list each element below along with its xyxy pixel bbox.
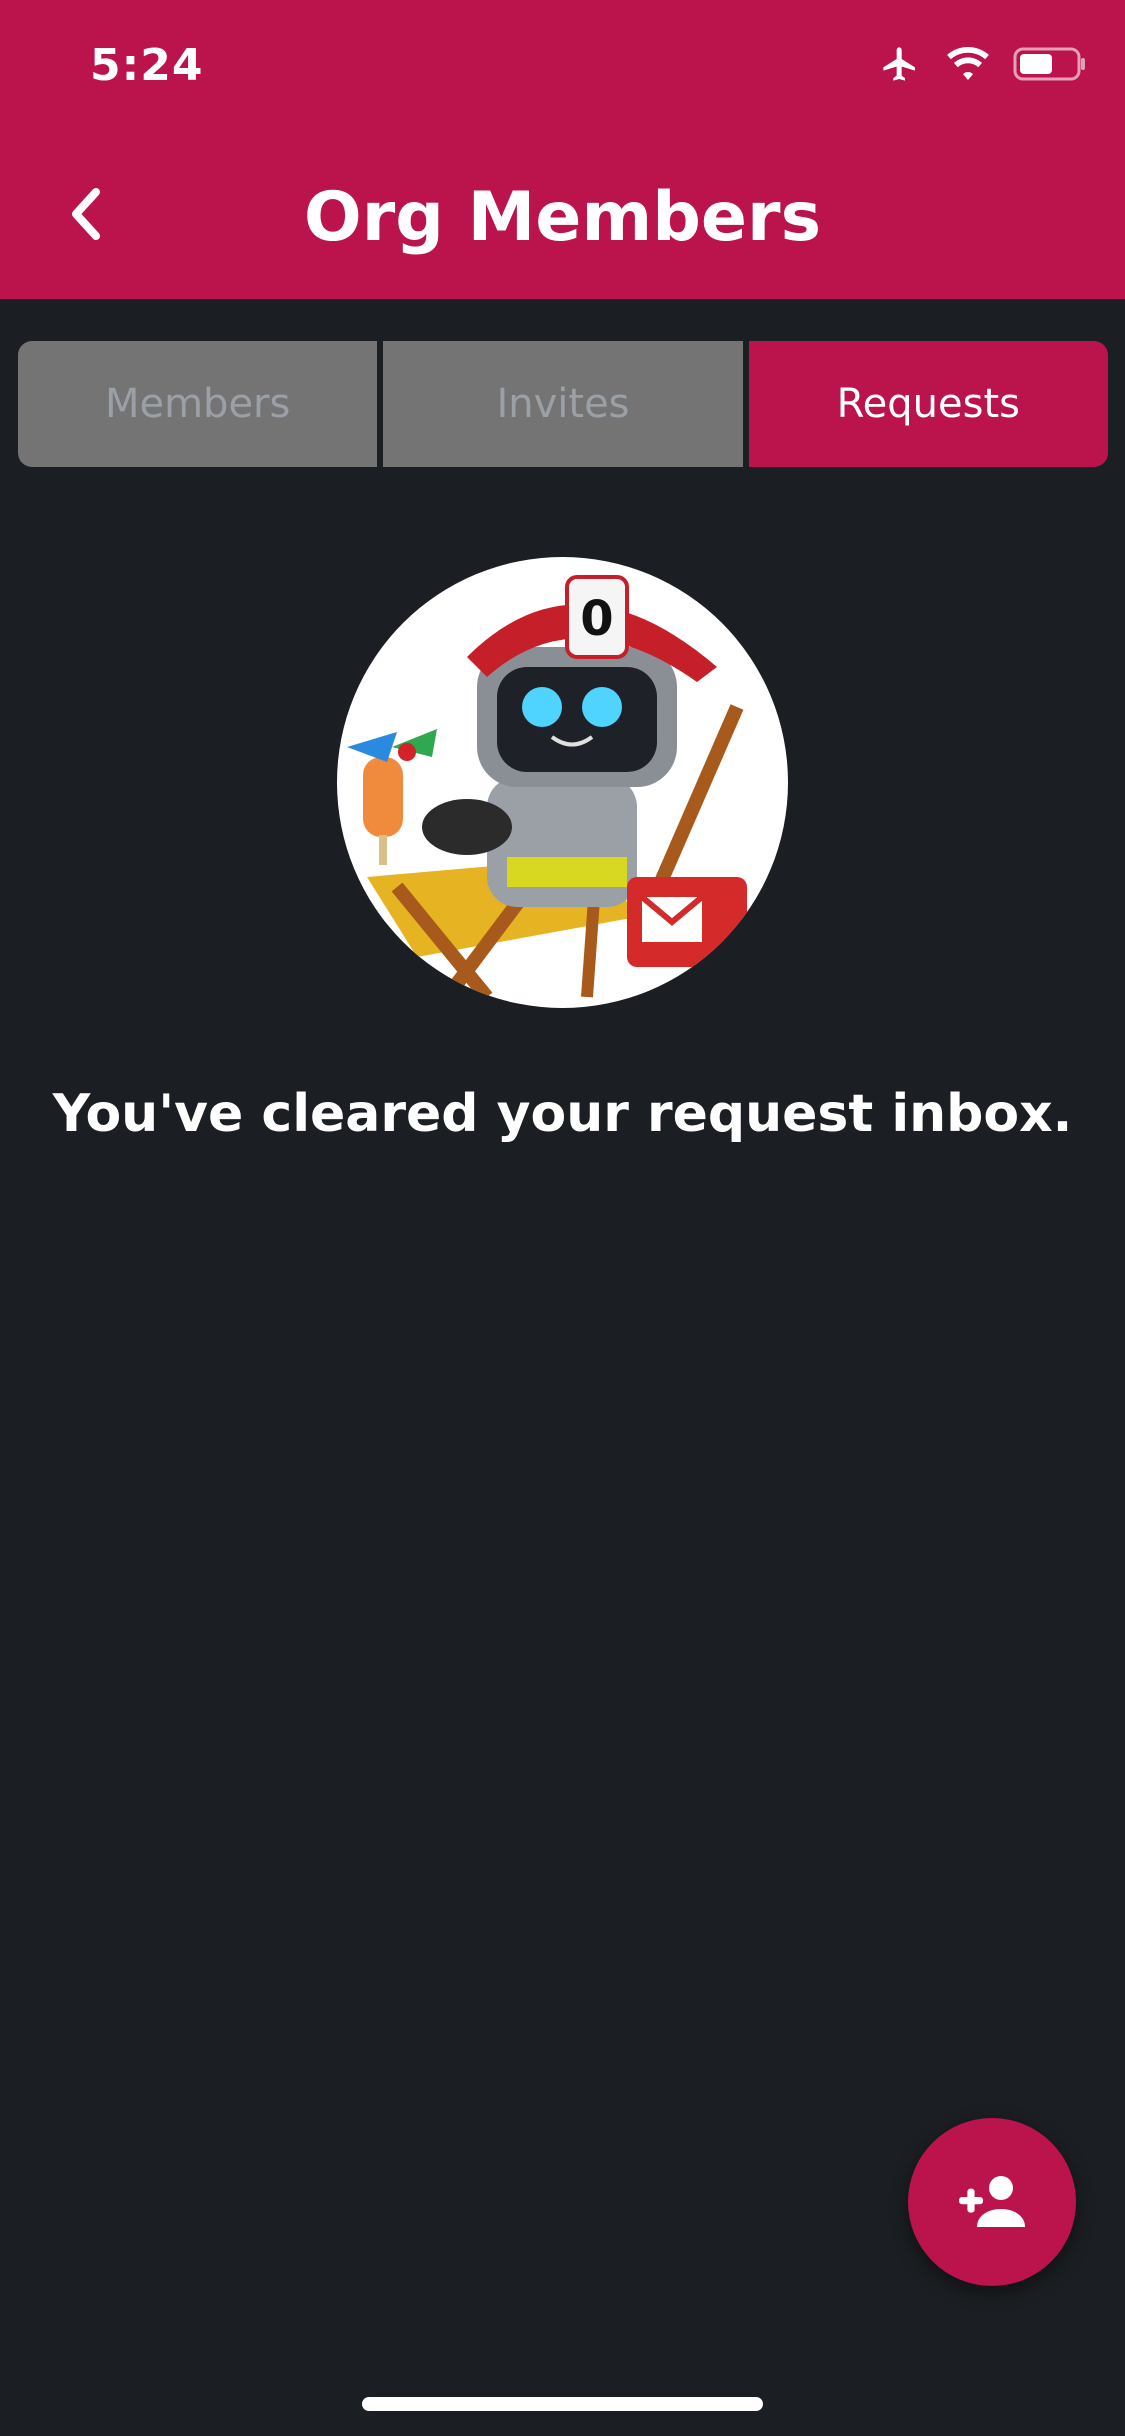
home-indicator (362, 2397, 763, 2411)
page-title: Org Members (303, 178, 822, 257)
status-icons (877, 44, 1087, 89)
add-member-button[interactable] (908, 2118, 1076, 2286)
segmented-tabs: Members Invites Requests (18, 341, 1108, 467)
svg-text:0: 0 (580, 591, 613, 647)
battery-icon (1013, 46, 1087, 87)
wifi-icon (945, 45, 991, 88)
org-members-screen: 5:24 Org Members Members Invites Request… (0, 0, 1125, 2436)
tab-invites[interactable]: Invites (383, 341, 743, 467)
empty-state-illustration: 0 (337, 557, 788, 1008)
airplane-icon (877, 44, 923, 89)
tab-requests[interactable]: Requests (748, 341, 1108, 467)
app-header: 5:24 Org Members (0, 0, 1125, 299)
empty-state-message: You've cleared your request inbox. (52, 1084, 1073, 1144)
tab-members[interactable]: Members (18, 341, 378, 467)
add-person-icon (956, 2170, 1028, 2235)
status-time: 5:24 (90, 40, 204, 91)
